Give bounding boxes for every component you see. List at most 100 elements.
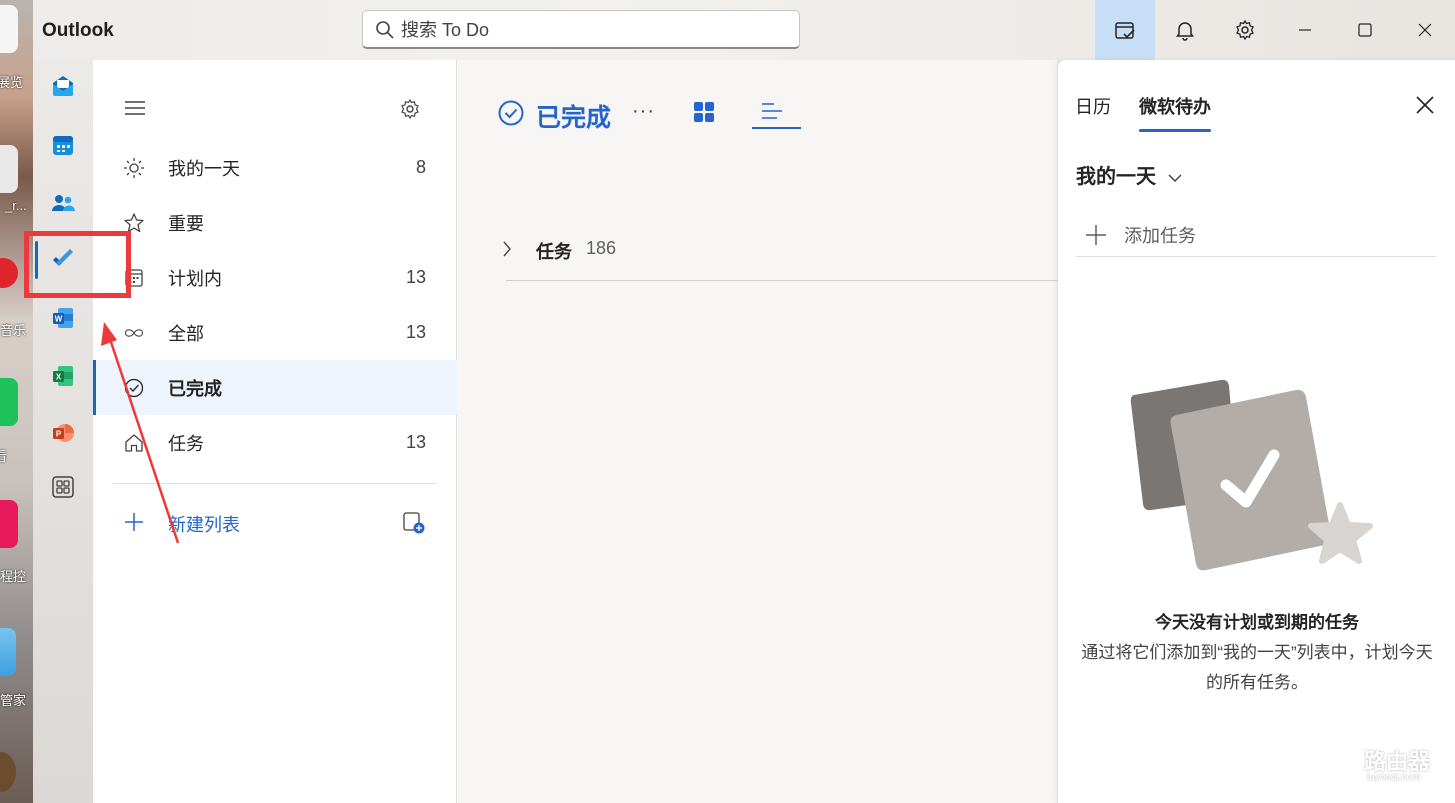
task-list-view: 已完成 ··· 任务 186 [457, 60, 1057, 803]
svg-text:P: P [56, 430, 62, 439]
my-day-dropdown[interactable]: 我的一天 [1076, 160, 1182, 189]
nav-item-completed[interactable]: 已完成 [93, 360, 457, 415]
close-icon [1416, 96, 1434, 114]
excel-app-button[interactable]: X [47, 360, 79, 392]
task-note-icon [1115, 22, 1135, 39]
add-task-row[interactable]: 添加任务 [1076, 212, 1436, 257]
sun-icon [123, 157, 145, 179]
new-group-button[interactable] [402, 511, 426, 540]
nav-item-all[interactable]: 全部 13 [93, 305, 457, 360]
nav-item-tasks[interactable]: 任务 13 [93, 415, 457, 470]
infinity-icon [123, 322, 145, 344]
tab-microsoft-todo[interactable]: 微软待办 [1139, 93, 1211, 119]
svg-text:X: X [56, 373, 62, 382]
app-title: Outlook [42, 20, 114, 41]
avatar-app-icon[interactable] [0, 752, 16, 792]
music-app-icon[interactable] [0, 258, 18, 288]
excel-icon: X [53, 366, 73, 386]
desktop-label: 程控 [0, 569, 27, 584]
check-circle-icon [497, 99, 525, 132]
empty-state-title: 今天没有计划或到期的任务 [1155, 613, 1359, 632]
todo-pane-button[interactable] [1095, 0, 1155, 60]
watermark-subtext: luyouqi.com [1367, 772, 1421, 783]
nav-item-important[interactable]: 重要 [93, 195, 457, 250]
close-window-button[interactable] [1395, 0, 1455, 60]
active-tab-indicator [1139, 129, 1211, 132]
search-input[interactable] [401, 18, 781, 42]
nav-divider [113, 483, 436, 484]
watermark-logo: 路由器 luyouqi.com [1312, 742, 1442, 790]
people-app-button[interactable] [47, 187, 79, 219]
word-app-button[interactable]: W [47, 302, 79, 334]
desktop-label: 音乐 [0, 323, 27, 338]
nav-item-planned[interactable]: 计划内 13 [93, 250, 457, 305]
router-logo-icon [1313, 743, 1357, 787]
list-options-button[interactable]: ··· [632, 100, 655, 123]
empty-state-description: 通过将它们添加到“我的一天”列表中，计划今天的所有任务。 [1081, 643, 1433, 692]
nav-item-label: 我的一天 [168, 158, 240, 179]
hamburger-menu-button[interactable] [124, 99, 146, 122]
nav-item-label: 全部 [168, 323, 204, 344]
mail-app-button[interactable] [47, 70, 79, 102]
hamburger-icon [125, 101, 145, 115]
home-icon [123, 432, 145, 454]
close-pane-button[interactable] [1415, 95, 1435, 120]
powerpoint-app-button[interactable]: P [47, 417, 79, 449]
notifications-button[interactable] [1155, 0, 1215, 60]
list-view-button[interactable] [760, 101, 786, 128]
svg-text:W: W [55, 315, 63, 324]
list-title: 已完成 [536, 104, 612, 132]
nav-item-label: 已完成 [168, 378, 222, 399]
desktop-file-icon[interactable] [0, 5, 18, 53]
desktop-label: 看 [0, 449, 8, 464]
remote-app-icon[interactable] [0, 500, 18, 548]
nav-item-my-day[interactable]: 我的一天 8 [93, 140, 457, 195]
people-icon [52, 195, 75, 211]
nav-item-label: 任务 [168, 433, 204, 454]
chat-app-icon[interactable] [0, 378, 18, 426]
gear-icon [401, 98, 419, 120]
active-view-indicator [752, 127, 801, 129]
minimize-button[interactable] [1275, 0, 1335, 60]
word-icon: W [53, 308, 73, 328]
grid-view-icon [694, 102, 714, 122]
list-view-icon [762, 103, 782, 119]
bell-icon [1176, 22, 1194, 41]
new-list-button[interactable]: 新建列表 [93, 500, 457, 544]
tab-calendar[interactable]: 日历 [1075, 93, 1111, 119]
chevron-right-icon [501, 240, 513, 263]
plus-icon [123, 511, 145, 538]
manager-app-icon[interactable] [0, 628, 16, 676]
new-list-label: 新建列表 [168, 515, 240, 535]
desktop-label: _r... [5, 198, 27, 213]
maximize-button[interactable] [1335, 0, 1395, 60]
nav-item-label: 重要 [168, 213, 204, 234]
new-group-icon [403, 512, 425, 534]
calendar-app-button[interactable] [47, 129, 79, 161]
gear-icon [1236, 19, 1254, 41]
my-day-dropdown-label: 我的一天 [1076, 166, 1156, 188]
add-task-label: 添加任务 [1124, 226, 1196, 246]
task-group-header[interactable]: 任务 186 [497, 230, 1057, 270]
group-divider [506, 280, 1057, 281]
more-apps-button[interactable] [47, 471, 79, 503]
list-settings-button[interactable] [399, 98, 421, 125]
todo-side-pane: 日历 微软待办 我的一天 添加任务 今天没有计划或到期的任务 通过将它们添加到“… [1057, 60, 1455, 803]
settings-button[interactable] [1215, 0, 1275, 60]
calendar-icon [53, 136, 73, 155]
maximize-icon [1358, 23, 1372, 37]
nav-item-count: 13 [405, 322, 426, 342]
app-rail: W X P [33, 60, 93, 803]
grid-view-button[interactable] [693, 101, 715, 128]
check-circle-icon [123, 377, 145, 399]
mail-icon [53, 76, 73, 96]
desktop-file-icon[interactable] [0, 145, 18, 193]
desktop-label: 展览 [0, 75, 24, 90]
lists-pane: 我的一天 8 重要 计划内 13 全部 13 已完成 任务 13 新建列表 [93, 60, 457, 803]
nav-item-count: 13 [405, 432, 426, 452]
search-icon [375, 20, 395, 45]
nav-item-count: 13 [405, 267, 426, 287]
annotation-highlight-box [24, 231, 131, 298]
empty-state-illustration [1126, 370, 1386, 595]
search-box[interactable] [362, 10, 800, 49]
